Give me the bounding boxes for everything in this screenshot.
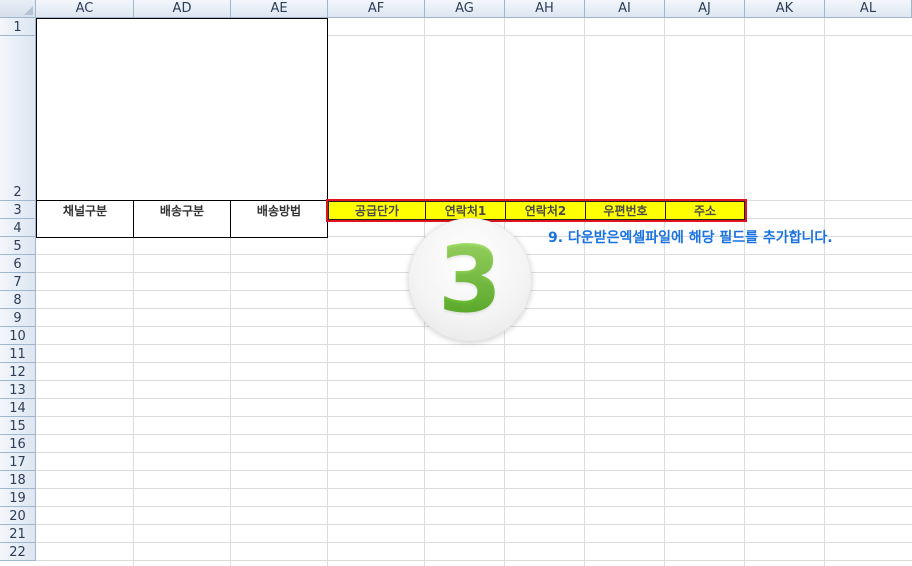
gridline <box>36 452 912 453</box>
data-cell-ae4[interactable] <box>230 219 328 238</box>
row-header-20[interactable]: 20 <box>0 507 36 525</box>
column-header-ak[interactable]: AK <box>745 0 825 18</box>
header-cell-supply-price[interactable]: 공급단가 <box>328 201 426 220</box>
gridline <box>584 18 585 566</box>
row-header-2[interactable]: 2 <box>0 36 36 201</box>
row-header-10[interactable]: 10 <box>0 327 36 345</box>
gridline <box>664 18 665 566</box>
row-header-13[interactable]: 13 <box>0 381 36 399</box>
column-header-ae[interactable]: AE <box>231 0 328 18</box>
header-cell-channel-type[interactable]: 채널구분 <box>36 200 134 220</box>
row-header-14[interactable]: 14 <box>0 399 36 417</box>
row-header-8[interactable]: 8 <box>0 291 36 309</box>
row-header-4[interactable]: 4 <box>0 219 36 237</box>
header-cell-contact2[interactable]: 연락처2 <box>505 201 586 220</box>
column-header-al[interactable]: AL <box>825 0 912 18</box>
row-header-17[interactable]: 17 <box>0 453 36 471</box>
row-header-5[interactable]: 5 <box>0 237 36 255</box>
gridline <box>36 560 912 561</box>
gridline <box>36 362 912 363</box>
column-header-ah[interactable]: AH <box>505 0 585 18</box>
row-header-12[interactable]: 12 <box>0 363 36 381</box>
gridline <box>36 470 912 471</box>
step-number-badge: 3 <box>408 218 532 342</box>
gridline <box>36 434 912 435</box>
row-header-1[interactable]: 1 <box>0 18 36 36</box>
column-header-ac[interactable]: AC <box>36 0 134 18</box>
header-cell-shipping-method[interactable]: 배송방법 <box>230 200 328 220</box>
gridline <box>36 344 912 345</box>
gridline <box>36 506 912 507</box>
row-header-11[interactable]: 11 <box>0 345 36 363</box>
row-header-6[interactable]: 6 <box>0 255 36 273</box>
row-header-3[interactable]: 3 <box>0 201 36 219</box>
column-header-ag[interactable]: AG <box>425 0 505 18</box>
spreadsheet-grid: AC AD AE AF AG AH AI AJ AK AL 1 2 3 4 5 … <box>0 0 912 566</box>
step-number: 3 <box>437 226 502 333</box>
gridline <box>36 488 912 489</box>
merged-cell-row1[interactable] <box>36 18 328 37</box>
row-header-19[interactable]: 19 <box>0 489 36 507</box>
row-header-21[interactable]: 21 <box>0 525 36 543</box>
row-header-9[interactable]: 9 <box>0 309 36 327</box>
header-cell-postal-code[interactable]: 우편번호 <box>585 201 666 220</box>
data-cell-ad4[interactable] <box>133 219 231 238</box>
gridline <box>36 524 912 525</box>
row-header-18[interactable]: 18 <box>0 471 36 489</box>
gridline <box>36 542 912 543</box>
instruction-text: 9. 다운받은엑셀파일에 해당 필드를 추가합니다. <box>548 230 833 246</box>
header-cell-address[interactable]: 주소 <box>665 201 745 220</box>
row-header-22[interactable]: 22 <box>0 543 36 561</box>
column-header-ai[interactable]: AI <box>585 0 665 18</box>
gridline <box>824 18 825 566</box>
gridline <box>36 380 912 381</box>
column-header-aj[interactable]: AJ <box>665 0 745 18</box>
data-cell-ac4[interactable] <box>36 219 134 238</box>
select-all-corner[interactable] <box>0 0 36 18</box>
row-header-15[interactable]: 15 <box>0 417 36 435</box>
gridline <box>744 18 745 566</box>
merged-cell-row2[interactable] <box>36 36 328 202</box>
gridline <box>36 398 912 399</box>
row-header-16[interactable]: 16 <box>0 435 36 453</box>
column-header-af[interactable]: AF <box>328 0 425 18</box>
row-header-7[interactable]: 7 <box>0 273 36 291</box>
column-header-ad[interactable]: AD <box>134 0 231 18</box>
select-all-triangle-icon <box>24 6 33 15</box>
header-cell-shipping-type[interactable]: 배송구분 <box>133 200 231 220</box>
gridline <box>36 416 912 417</box>
